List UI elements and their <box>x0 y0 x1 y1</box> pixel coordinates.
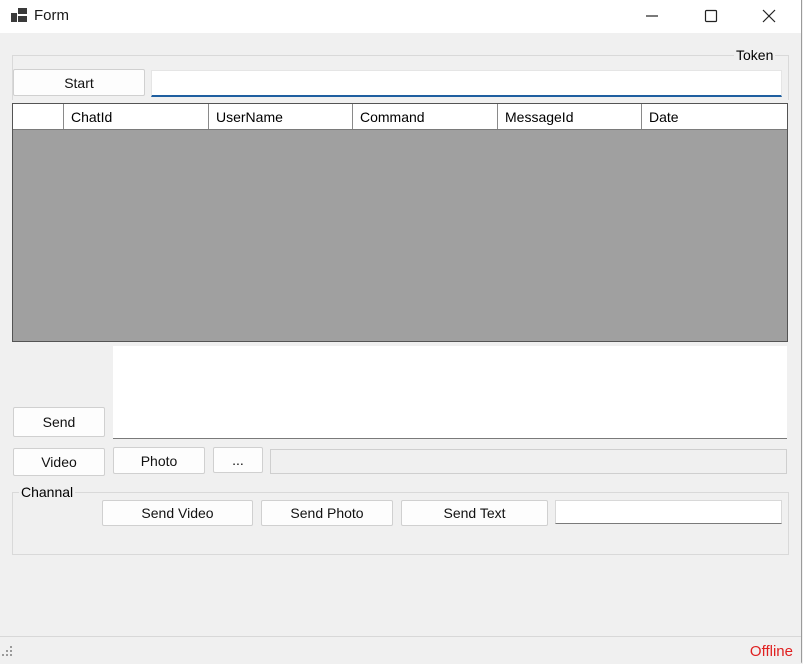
maximize-button[interactable] <box>688 0 734 32</box>
start-button[interactable]: Start <box>13 69 145 96</box>
main-window: Form Token Start ChatId UserName Command… <box>0 0 802 664</box>
close-icon <box>762 9 776 23</box>
form-app-icon <box>11 8 27 22</box>
send-button[interactable]: Send <box>13 407 105 437</box>
connection-status: Offline <box>749 643 793 660</box>
resize-grip-icon[interactable] <box>2 646 14 660</box>
window-title: Form <box>34 7 69 24</box>
maximize-icon <box>704 9 718 23</box>
send-text-button[interactable]: Send Text <box>401 500 548 526</box>
send-photo-button[interactable]: Send Photo <box>261 500 393 526</box>
channel-label: Channal <box>19 484 76 500</box>
file-path-field <box>270 449 787 474</box>
column-chatid[interactable]: ChatId <box>64 104 209 129</box>
photo-button[interactable]: Photo <box>113 447 205 474</box>
close-button[interactable] <box>746 0 792 32</box>
column-command[interactable]: Command <box>353 104 498 129</box>
row-header-column[interactable] <box>13 104 64 129</box>
minimize-icon <box>646 15 658 17</box>
data-grid[interactable]: ChatId UserName Command MessageId Date <box>12 103 788 342</box>
column-messageid[interactable]: MessageId <box>498 104 642 129</box>
browse-button[interactable]: ... <box>213 447 263 473</box>
grid-header: ChatId UserName Command MessageId Date <box>13 104 787 130</box>
column-date[interactable]: Date <box>642 104 787 129</box>
token-input[interactable] <box>151 70 782 97</box>
column-username[interactable]: UserName <box>209 104 353 129</box>
token-label: Token <box>734 47 776 63</box>
channel-input[interactable] <box>555 500 782 524</box>
minimize-button[interactable] <box>629 0 675 32</box>
send-video-button[interactable]: Send Video <box>102 500 253 526</box>
video-button[interactable]: Video <box>13 448 105 476</box>
status-bar: Offline <box>0 636 801 664</box>
title-bar: Form <box>0 0 801 33</box>
message-textbox[interactable] <box>113 346 787 439</box>
